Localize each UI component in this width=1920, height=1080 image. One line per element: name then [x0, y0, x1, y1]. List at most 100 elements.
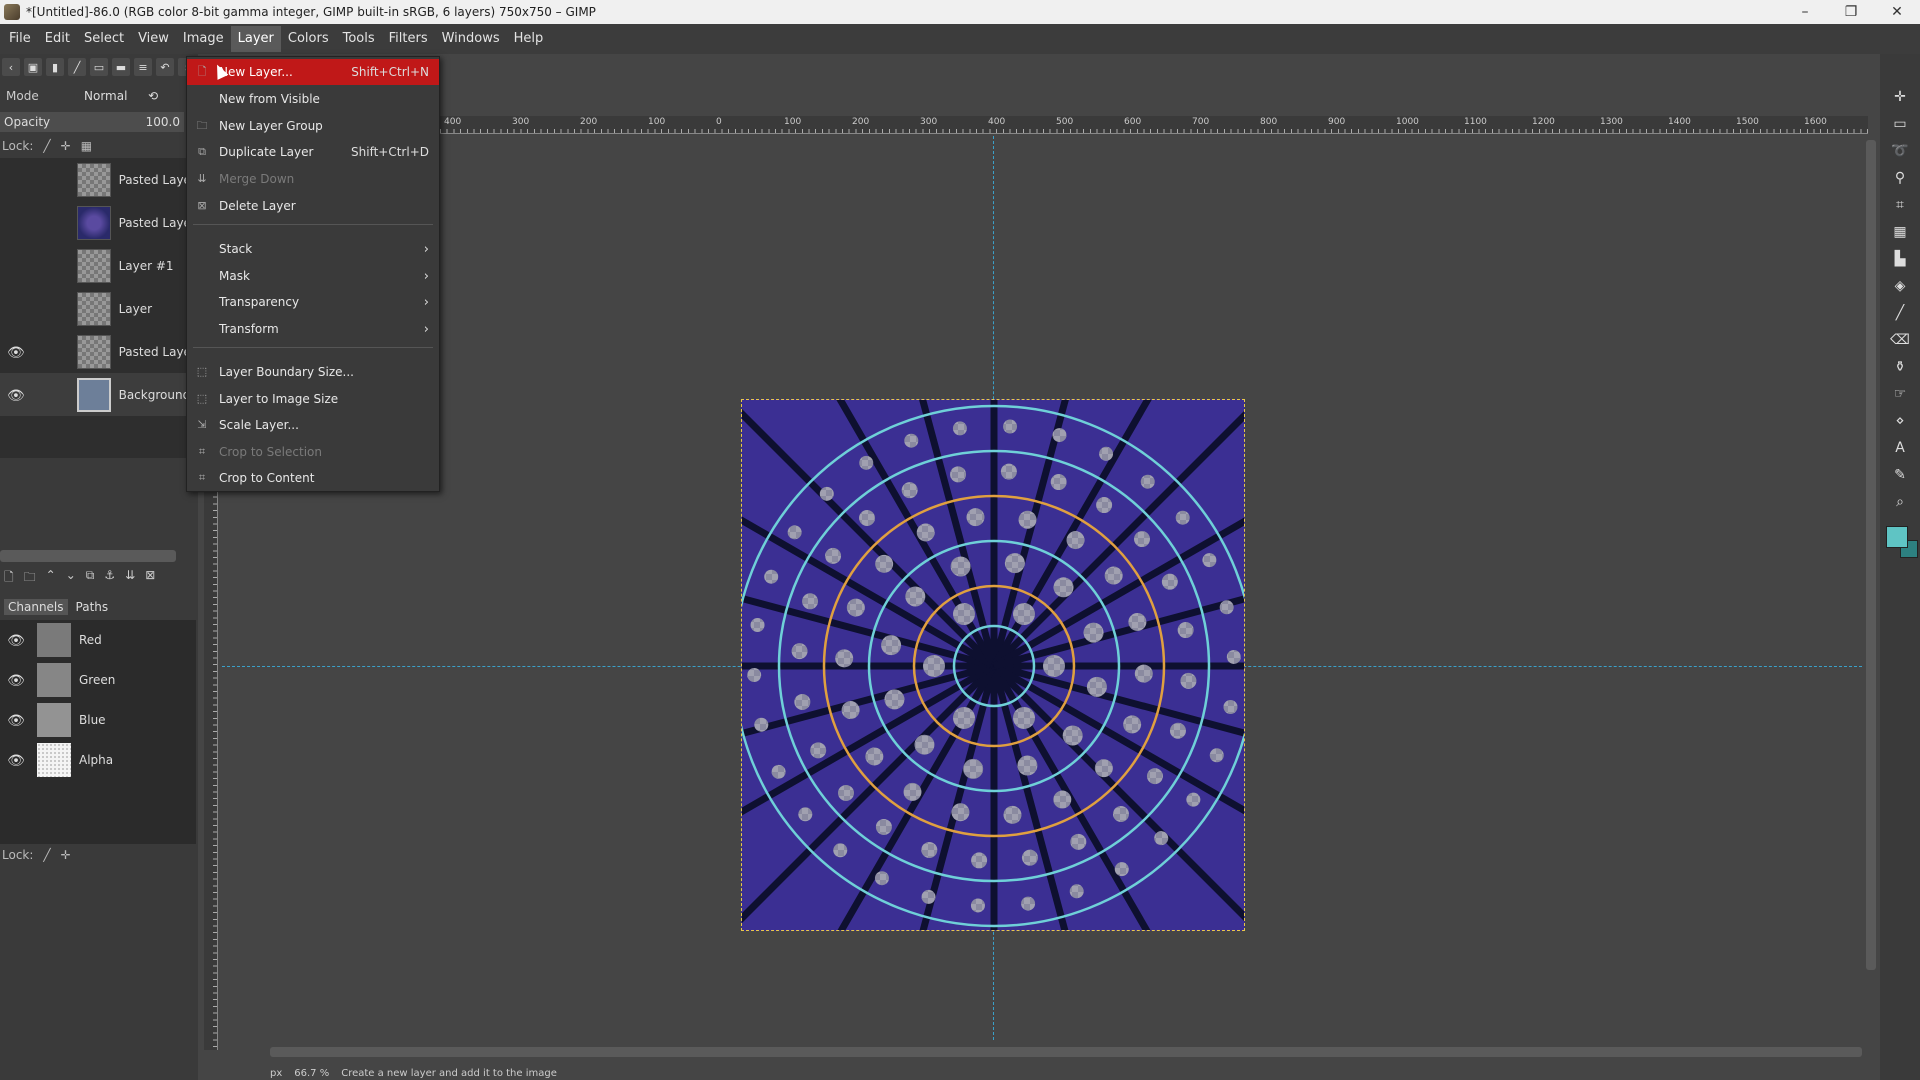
- crop-tool-icon[interactable]: ⌗: [1889, 194, 1911, 216]
- warp-tool-icon[interactable]: ▙: [1889, 248, 1911, 270]
- layer-row[interactable]: 👁 Pasted Layer: [0, 330, 190, 373]
- menu-item-transparency[interactable]: Transparency ›: [187, 289, 439, 315]
- maximize-button[interactable]: ❐: [1828, 0, 1874, 24]
- paths-tool-icon[interactable]: ⋄: [1889, 410, 1911, 432]
- menu-item-crop-to-selection[interactable]: ⌗ Crop to Selection: [187, 439, 439, 465]
- eye-icon[interactable]: 👁: [5, 753, 27, 769]
- eraser-icon[interactable]: ⌫: [1889, 329, 1911, 351]
- vertical-scrollbar[interactable]: [1866, 140, 1876, 970]
- rect-select-icon[interactable]: ▭: [1889, 113, 1911, 135]
- opacity-slider[interactable]: Opacity 100.0: [0, 112, 184, 132]
- undo-history-icon[interactable]: ↶: [156, 58, 174, 76]
- zoom-select[interactable]: 66.7 %: [294, 1068, 329, 1080]
- move-tool-icon[interactable]: ✛: [1889, 86, 1911, 108]
- mode-select[interactable]: Normal: [84, 89, 148, 103]
- menu-colors[interactable]: Colors: [281, 26, 336, 52]
- zoom-tool-icon[interactable]: ⌕: [1889, 491, 1911, 513]
- menu-windows[interactable]: Windows: [435, 26, 507, 52]
- fonts-icon[interactable]: ▬: [112, 58, 130, 76]
- layer-row[interactable]: Layer: [0, 287, 190, 330]
- fuzzy-select-icon[interactable]: ⚲: [1889, 167, 1911, 189]
- menu-item-new-layer-group[interactable]: 🗀 New Layer Group: [187, 113, 439, 139]
- lock-position-icon[interactable]: ✛: [61, 848, 71, 862]
- back-icon[interactable]: ‹: [2, 58, 20, 76]
- eye-icon[interactable]: 👁: [5, 713, 27, 729]
- layer-row-selected[interactable]: 👁 Background: [0, 373, 190, 416]
- menu-tools[interactable]: Tools: [336, 26, 382, 52]
- close-button[interactable]: ✕: [1874, 0, 1920, 24]
- raise-layer-icon[interactable]: ⌃: [46, 568, 56, 588]
- duplicate-layer-icon[interactable]: ⧉: [86, 568, 95, 588]
- menu-select[interactable]: Select: [77, 26, 131, 52]
- menu-item-layer-to-image-size[interactable]: ⬚ Layer to Image Size: [187, 386, 439, 412]
- brushes-icon[interactable]: ╱: [68, 58, 86, 76]
- eye-icon[interactable]: 👁: [5, 633, 27, 649]
- menu-item-scale-layer[interactable]: ⇲ Scale Layer...: [187, 412, 439, 438]
- eye-icon[interactable]: 👁: [5, 673, 27, 689]
- device-status-icon[interactable]: ▮: [46, 58, 64, 76]
- paintbrush-icon[interactable]: ╱: [1889, 302, 1911, 324]
- channel-row[interactable]: 👁 Blue: [0, 700, 196, 740]
- menu-item-stack[interactable]: Stack ›: [187, 236, 439, 262]
- menu-edit[interactable]: Edit: [38, 26, 77, 52]
- mode-reset-icon[interactable]: ⟲: [148, 89, 158, 103]
- layer-row[interactable]: Pasted Layer: [0, 158, 190, 201]
- channel-row[interactable]: 👁 Red: [0, 620, 196, 660]
- menu-help[interactable]: Help: [507, 26, 551, 52]
- menu-item-mask[interactable]: Mask ›: [187, 263, 439, 289]
- minimize-button[interactable]: –: [1782, 0, 1828, 24]
- new-layer-icon[interactable]: 🗋: [4, 568, 14, 588]
- menu-filters[interactable]: Filters: [382, 26, 435, 52]
- delete-icon: ⊠: [197, 199, 207, 212]
- channel-row[interactable]: 👁 Green: [0, 660, 196, 700]
- color-picker-icon[interactable]: ✎: [1889, 464, 1911, 486]
- tab-channels[interactable]: Channels: [4, 599, 68, 615]
- menu-file[interactable]: File: [2, 26, 38, 52]
- horizontal-ruler[interactable]: 400 300 200 100 0 100 200 300 400 500 600 700 800 900…: [440, 116, 1868, 134]
- patterns-icon[interactable]: ▭: [90, 58, 108, 76]
- menu-view[interactable]: View: [131, 26, 176, 52]
- eye-icon[interactable]: 👁: [5, 345, 27, 361]
- menu-item-layer-boundary-size[interactable]: ⬚ Layer Boundary Size...: [187, 359, 439, 385]
- unit-select[interactable]: px: [270, 1068, 282, 1080]
- menu-image[interactable]: Image: [176, 26, 231, 52]
- lower-layer-icon[interactable]: ⌄: [66, 568, 76, 588]
- menu-item-duplicate-layer[interactable]: ⧉ Duplicate Layer Shift+Ctrl+D: [187, 139, 439, 165]
- kaleidoscope-pattern: [742, 400, 1244, 930]
- lock-pixels-icon[interactable]: ╱: [43, 848, 50, 862]
- menu-item-delete-layer[interactable]: ⊠ Delete Layer: [187, 193, 439, 219]
- visibility-toggle[interactable]: [5, 259, 27, 273]
- lock-pixels-icon[interactable]: ╱: [43, 139, 50, 153]
- visibility-toggle[interactable]: [5, 302, 27, 316]
- lock-position-icon[interactable]: ✛: [61, 139, 71, 153]
- visibility-toggle[interactable]: [5, 173, 27, 187]
- layer-row[interactable]: Pasted Layer: [0, 201, 190, 244]
- delete-layer-icon[interactable]: ⊠: [145, 568, 155, 588]
- layer-row[interactable]: Layer #1: [0, 244, 190, 287]
- channel-row[interactable]: 👁 Alpha: [0, 740, 196, 780]
- horizontal-scrollbar[interactable]: [270, 1047, 1862, 1057]
- new-group-icon[interactable]: 🗀: [24, 568, 36, 588]
- menu-layer[interactable]: Layer: [230, 26, 281, 52]
- menu-item-new-from-visible[interactable]: New from Visible: [187, 86, 439, 112]
- tab-paths[interactable]: Paths: [76, 600, 109, 614]
- anchor-layer-icon[interactable]: ⚓: [104, 568, 115, 588]
- menu-item-merge-down[interactable]: ⇊ Merge Down: [187, 166, 439, 192]
- bucket-fill-icon[interactable]: ◈: [1889, 275, 1911, 297]
- eye-icon[interactable]: 👁: [5, 388, 27, 404]
- vertical-ruler[interactable]: [204, 490, 218, 1050]
- menu-item-transform[interactable]: Transform ›: [187, 316, 439, 342]
- menu-item-crop-to-content[interactable]: ⌗ Crop to Content: [187, 465, 439, 491]
- transform-tool-icon[interactable]: ▦: [1889, 221, 1911, 243]
- foreground-color-swatch[interactable]: [1886, 526, 1908, 548]
- text-tool-icon[interactable]: A: [1889, 437, 1911, 459]
- lock-alpha-icon[interactable]: ▦: [81, 139, 92, 153]
- visibility-toggle[interactable]: [5, 216, 27, 230]
- lasso-icon[interactable]: ➰: [1889, 140, 1911, 162]
- smudge-icon[interactable]: ☞: [1889, 383, 1911, 405]
- layers-icon[interactable]: ≡: [134, 58, 152, 76]
- clone-tool-icon[interactable]: ⚱: [1889, 356, 1911, 378]
- tool-options-icon[interactable]: ▣: [24, 58, 42, 76]
- merge-layer-icon[interactable]: ⇊: [125, 568, 135, 588]
- layers-scrollbar[interactable]: [0, 550, 176, 562]
